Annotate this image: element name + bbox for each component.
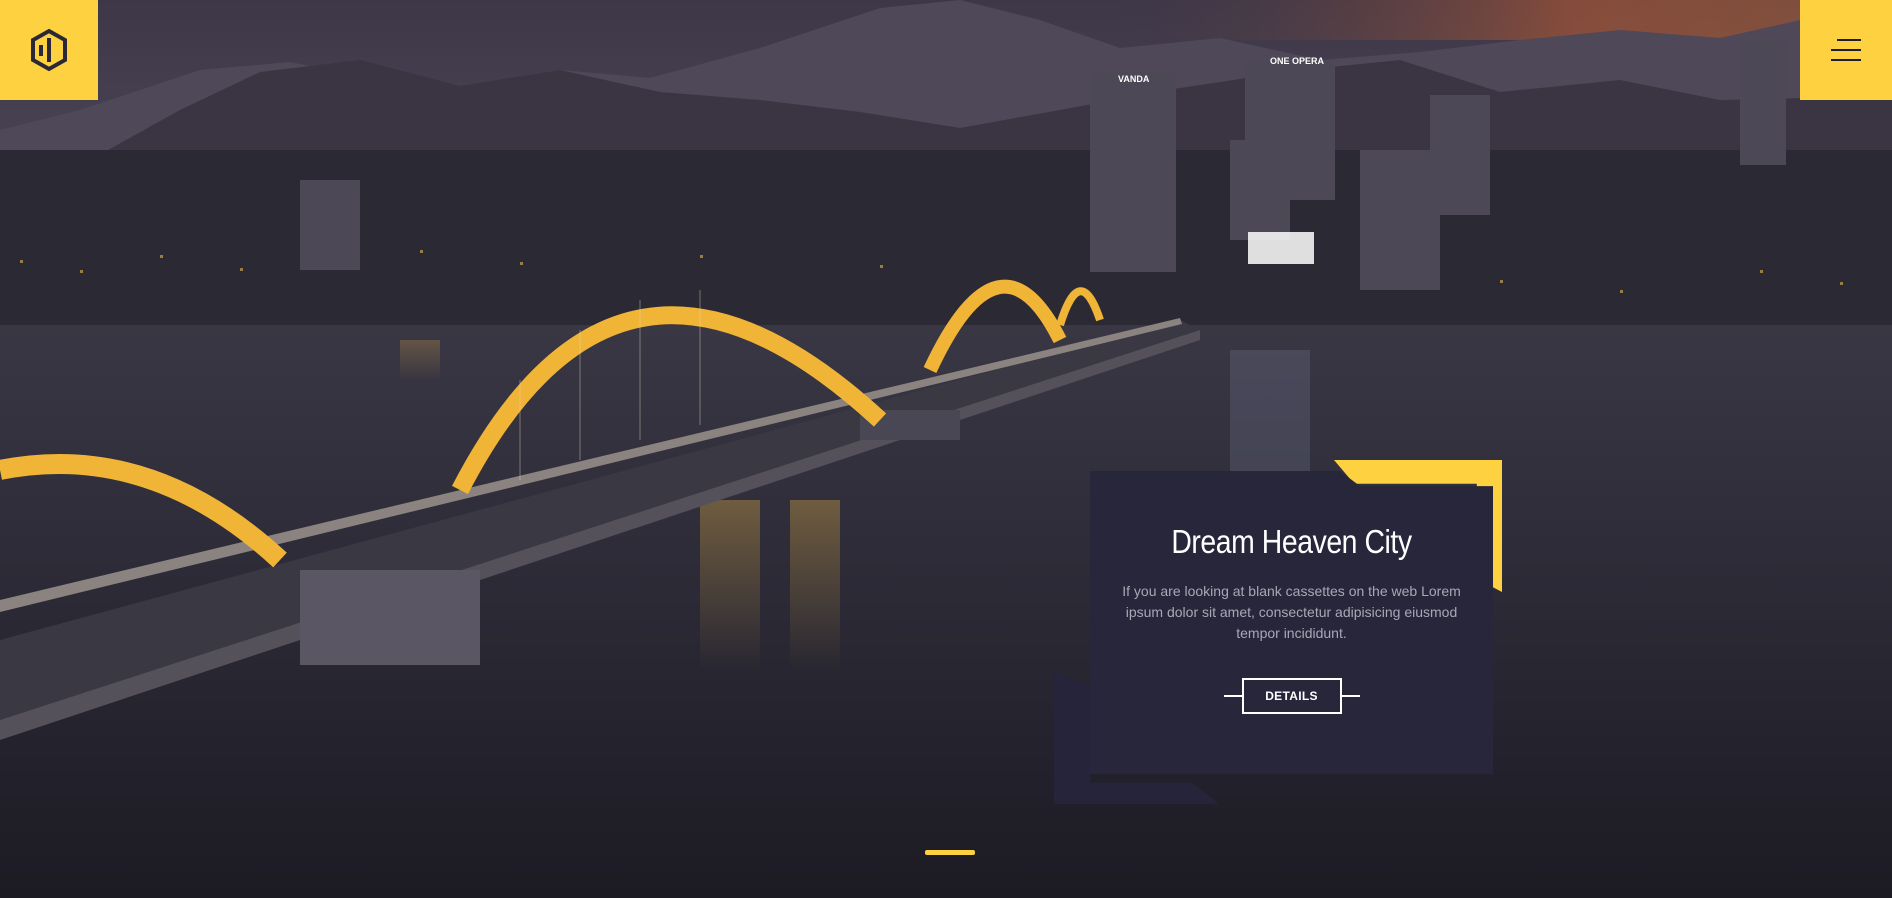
svg-text:ONE OPERA: ONE OPERA bbox=[1270, 56, 1325, 66]
svg-text:VANDA: VANDA bbox=[1118, 74, 1150, 84]
menu-button[interactable] bbox=[1800, 0, 1892, 100]
hero-section: VANDA ONE OPERA Dream Heaven City If you… bbox=[0, 0, 1892, 898]
feature-card: Dream Heaven City If you are looking at … bbox=[1054, 460, 1502, 804]
hamburger-menu-icon bbox=[1831, 39, 1861, 61]
card-description: If you are looking at blank cassettes on… bbox=[1122, 583, 1461, 641]
details-button[interactable]: DETAILS bbox=[1223, 678, 1360, 714]
city-night-background-image: VANDA ONE OPERA bbox=[0, 0, 1892, 898]
slider-pagination-indicator[interactable] bbox=[925, 850, 975, 855]
card-body: Dream Heaven City If you are looking at … bbox=[1090, 471, 1493, 774]
hexagon-logo-icon bbox=[31, 28, 67, 72]
logo-button[interactable] bbox=[0, 0, 98, 100]
card-title: Dream Heaven City bbox=[1171, 523, 1412, 560]
